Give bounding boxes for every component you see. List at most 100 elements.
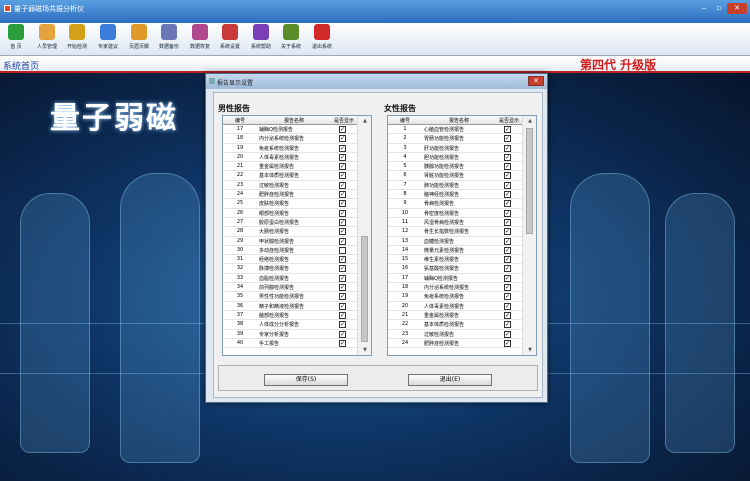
table-row[interactable]: 24 肥胖症检测报告 ✓ — [223, 190, 357, 200]
show-checkbox[interactable]: ✓ — [339, 209, 346, 217]
show-checkbox[interactable]: ✓ — [504, 172, 511, 180]
table-row[interactable]: 38 人体成分分析报告 ✓ — [223, 320, 357, 330]
table-row[interactable]: 26 眼部检测报告 ✓ — [223, 209, 357, 218]
table-row[interactable]: 16 氨基酸检测报告 ✓ — [388, 264, 522, 274]
table-row[interactable]: 25 皮肤检测报告 ✓ — [223, 199, 357, 209]
show-checkbox[interactable]: ✓ — [339, 172, 346, 180]
toolbar-button-8[interactable]: 系统帮助 — [247, 24, 275, 55]
show-checkbox[interactable]: ✓ — [339, 153, 346, 161]
table-row[interactable]: 18 内分泌系统检测报告 ✓ — [388, 283, 522, 293]
maximize-button[interactable]: ▫ — [712, 3, 726, 14]
show-checkbox[interactable]: ✓ — [504, 228, 511, 236]
show-checkbox[interactable]: ✓ — [339, 163, 346, 171]
table-row[interactable]: 7 肺功能检测报告 ✓ — [388, 181, 522, 191]
show-checkbox[interactable]: ✓ — [339, 228, 346, 236]
save-button[interactable]: 保存(S) — [264, 374, 348, 386]
show-checkbox[interactable]: ✓ — [339, 135, 346, 143]
show-checkbox[interactable]: ✓ — [504, 163, 511, 171]
show-checkbox[interactable] — [339, 246, 346, 254]
show-checkbox[interactable]: ✓ — [339, 265, 346, 273]
table-row[interactable]: 18 内分泌系统检测报告 ✓ — [223, 134, 357, 144]
table-row[interactable]: 12 骨生长指数检测报告 ✓ — [388, 227, 522, 237]
exit-button[interactable]: 退出(E) — [408, 374, 492, 386]
dialog-close-button[interactable]: ✕ — [528, 76, 544, 86]
table-row[interactable]: 33 血脂检测报告 ✓ — [223, 274, 357, 284]
show-checkbox[interactable]: ✓ — [504, 246, 511, 254]
scroll-up-icon[interactable]: ▲ — [360, 116, 370, 126]
show-checkbox[interactable]: ✓ — [339, 311, 346, 319]
show-checkbox[interactable]: ✓ — [339, 181, 346, 189]
show-checkbox[interactable]: ✓ — [339, 126, 346, 133]
table-row[interactable]: 29 甲状腺检测报告 ✓ — [223, 237, 357, 246]
table-row[interactable]: 23 过敏检测报告 ✓ — [388, 330, 522, 339]
scroll-thumb[interactable] — [361, 236, 368, 342]
table-row[interactable]: 22 基本体质检测报告 ✓ — [388, 320, 522, 330]
show-checkbox[interactable]: ✓ — [504, 321, 511, 329]
show-checkbox[interactable]: ✓ — [504, 209, 511, 217]
table-row[interactable]: 3 肝功能检测报告 ✓ — [388, 144, 522, 153]
show-checkbox[interactable]: ✓ — [504, 265, 511, 273]
toolbar-button-6[interactable]: 数据恢复 — [186, 24, 214, 55]
show-checkbox[interactable]: ✓ — [339, 330, 346, 338]
show-checkbox[interactable]: ✓ — [339, 237, 346, 245]
vertical-scrollbar[interactable]: ▲ ▼ — [522, 116, 536, 355]
table-row[interactable]: 27 胶原蛋白检测报告 ✓ — [223, 218, 357, 228]
table-row[interactable]: 35 男性性功能检测报告 ✓ — [223, 292, 357, 302]
toolbar-button-2[interactable]: 开始检测 — [63, 24, 91, 55]
show-checkbox[interactable]: ✓ — [504, 200, 511, 208]
toolbar-button-9[interactable]: 关于系统 — [277, 24, 305, 55]
table-row[interactable]: 8 脑神经检测报告 ✓ — [388, 190, 522, 200]
table-row[interactable]: 17 辅酶Q检测报告 ✓ — [223, 125, 357, 135]
table-row[interactable]: 37 脑部检测报告 ✓ — [223, 311, 357, 321]
table-row[interactable]: 13 血糖检测报告 ✓ — [388, 237, 522, 246]
toolbar-button-3[interactable]: 专家建议 — [94, 24, 122, 55]
show-checkbox[interactable]: ✓ — [504, 284, 511, 292]
table-row[interactable]: 24 肥胖症检测报告 ✓ — [388, 339, 522, 349]
scroll-thumb[interactable] — [526, 128, 533, 234]
show-checkbox[interactable]: ✓ — [339, 144, 346, 152]
table-row[interactable]: 9 骨病检测报告 ✓ — [388, 199, 522, 209]
toolbar-button-0[interactable]: 首 页 — [2, 24, 30, 55]
table-row[interactable]: 11 风湿骨病检测报告 ✓ — [388, 218, 522, 228]
table-row[interactable]: 39 专家分析报告 ✓ — [223, 330, 357, 339]
show-checkbox[interactable]: ✓ — [339, 321, 346, 329]
toolbar-button-4[interactable]: 页眉页脚 — [125, 24, 153, 55]
show-checkbox[interactable]: ✓ — [504, 135, 511, 143]
show-checkbox[interactable]: ✓ — [339, 191, 346, 199]
table-row[interactable]: 5 胰腺功能检测报告 ✓ — [388, 162, 522, 172]
show-checkbox[interactable]: ✓ — [504, 339, 511, 347]
table-row[interactable]: 19 免疫系统检测报告 ✓ — [223, 144, 357, 153]
table-row[interactable]: 30 多动症检测报告 — [223, 246, 357, 256]
show-checkbox[interactable]: ✓ — [339, 274, 346, 282]
scroll-down-icon[interactable]: ▼ — [360, 345, 370, 355]
show-checkbox[interactable]: ✓ — [504, 274, 511, 282]
show-checkbox[interactable]: ✓ — [504, 256, 511, 264]
table-row[interactable]: 36 精子和精液检测报告 ✓ — [223, 302, 357, 311]
table-row[interactable]: 10 骨密度检测报告 ✓ — [388, 209, 522, 218]
scroll-down-icon[interactable]: ▼ — [525, 345, 535, 355]
table-row[interactable]: 22 基本体质检测报告 ✓ — [223, 171, 357, 181]
table-row[interactable]: 21 重金属检测报告 ✓ — [223, 162, 357, 172]
show-checkbox[interactable]: ✓ — [504, 126, 511, 133]
minimize-button[interactable]: ‒ — [697, 3, 711, 14]
table-row[interactable]: 23 过敏检测报告 ✓ — [223, 181, 357, 191]
show-checkbox[interactable]: ✓ — [504, 330, 511, 338]
show-checkbox[interactable]: ✓ — [339, 293, 346, 301]
close-button[interactable]: ✕ — [727, 3, 747, 14]
toolbar-button-7[interactable]: 系统设置 — [216, 24, 244, 55]
table-row[interactable]: 34 前列腺检测报告 ✓ — [223, 283, 357, 293]
show-checkbox[interactable]: ✓ — [504, 191, 511, 199]
show-checkbox[interactable]: ✓ — [339, 339, 346, 347]
show-checkbox[interactable]: ✓ — [504, 218, 511, 226]
show-checkbox[interactable]: ✓ — [339, 256, 346, 264]
show-checkbox[interactable]: ✓ — [504, 181, 511, 189]
show-checkbox[interactable]: ✓ — [339, 200, 346, 208]
toolbar-button-5[interactable]: 数据备份 — [155, 24, 183, 55]
table-row[interactable]: 1 心脑血管检测报告 ✓ — [388, 125, 522, 135]
scroll-up-icon[interactable]: ▲ — [525, 116, 535, 126]
table-row[interactable]: 32 脉搏检测报告 ✓ — [223, 264, 357, 274]
table-row[interactable]: 19 免疫系统检测报告 ✓ — [388, 292, 522, 302]
table-row[interactable]: 15 维生素检测报告 ✓ — [388, 255, 522, 265]
toolbar-button-10[interactable]: 退出系统 — [308, 24, 336, 55]
table-row[interactable]: 31 经络检测报告 ✓ — [223, 255, 357, 265]
